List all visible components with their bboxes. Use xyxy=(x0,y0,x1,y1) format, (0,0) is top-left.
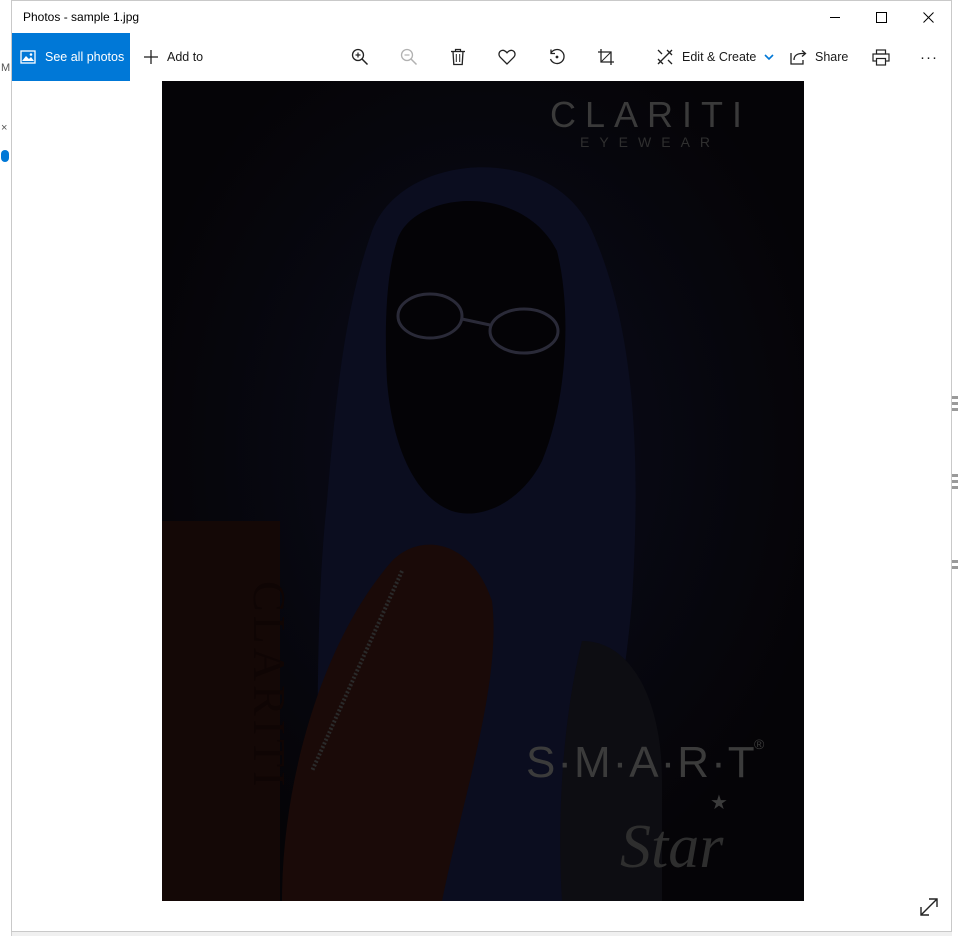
rotate-icon xyxy=(549,48,565,65)
print-button[interactable] xyxy=(872,33,890,81)
chevron-down-icon xyxy=(764,54,774,61)
photo-brand-registered: ® xyxy=(754,736,765,752)
favorite-button[interactable] xyxy=(498,33,516,81)
title-bar: Photos - sample 1.jpg xyxy=(12,1,951,33)
delete-icon xyxy=(451,48,465,66)
photo-star-glyph: ★ xyxy=(710,790,728,814)
see-all-photos-button[interactable]: See all photos xyxy=(12,33,130,81)
heart-icon xyxy=(498,49,516,65)
expand-icon xyxy=(920,898,938,916)
edit-icon xyxy=(657,49,673,65)
window-title: Photos - sample 1.jpg xyxy=(23,10,140,24)
photo-brand-script: Star xyxy=(620,813,724,881)
edit-create-button[interactable]: Edit & Create xyxy=(656,33,774,81)
print-icon xyxy=(872,48,890,66)
add-to-button[interactable]: Add to xyxy=(143,33,203,81)
rotate-button[interactable] xyxy=(548,33,566,81)
delete-button[interactable] xyxy=(450,33,466,81)
photo-brand-top: CLARITI xyxy=(550,94,751,135)
zoom-out-icon xyxy=(400,48,418,66)
zoom-in-button[interactable] xyxy=(351,33,369,81)
background-line xyxy=(952,560,958,563)
background-line xyxy=(952,486,958,489)
more-icon: ··· xyxy=(920,48,938,66)
photo-brand-top-sub: EYEWEAR xyxy=(580,134,720,150)
background-glyph: × xyxy=(1,122,8,134)
zoom-in-icon xyxy=(351,48,369,66)
background-line xyxy=(952,402,958,405)
see-all-photos-label: See all photos xyxy=(45,50,125,64)
edit-create-label: Edit & Create xyxy=(682,50,757,64)
full-screen-button[interactable] xyxy=(918,896,940,918)
image-icon xyxy=(20,50,36,64)
add-to-label: Add to xyxy=(167,50,204,64)
close-button[interactable] xyxy=(905,1,951,33)
share-button[interactable]: Share xyxy=(790,33,848,81)
plus-icon xyxy=(144,50,158,64)
more-options-button[interactable]: ··· xyxy=(920,33,938,81)
crop-icon xyxy=(598,49,614,65)
photo-image[interactable]: CLARITI EYEWEAR CLARITI S·M·A·R·T ® Star… xyxy=(162,81,804,901)
background-glyph xyxy=(1,150,9,162)
photos-window: Photos - sample 1.jpg See all photos Add… xyxy=(11,0,952,932)
photo-content: CLARITI EYEWEAR CLARITI S·M·A·R·T ® Star… xyxy=(162,81,804,901)
background-line xyxy=(952,480,958,483)
photo-brand-bottom: S·M·A·R·T xyxy=(526,738,757,787)
maximize-icon xyxy=(875,11,887,23)
share-icon xyxy=(790,50,807,65)
photo-brand-side: CLARITI xyxy=(244,581,295,790)
background-line xyxy=(952,566,958,569)
crop-button[interactable] xyxy=(597,33,615,81)
background-glyph: M xyxy=(1,62,11,74)
zoom-out-button[interactable] xyxy=(400,33,418,81)
background-line xyxy=(952,474,958,477)
maximize-button[interactable] xyxy=(858,1,904,33)
photo-face xyxy=(385,201,566,514)
minimize-button[interactable] xyxy=(812,1,858,33)
toolbar: See all photos Add to Edit & Create Shar… xyxy=(12,33,951,81)
background-line xyxy=(952,396,958,399)
close-icon xyxy=(922,11,934,23)
minimize-icon xyxy=(829,16,840,18)
background-line xyxy=(952,408,958,411)
share-label: Share xyxy=(815,50,849,64)
background-window-right xyxy=(952,0,958,936)
